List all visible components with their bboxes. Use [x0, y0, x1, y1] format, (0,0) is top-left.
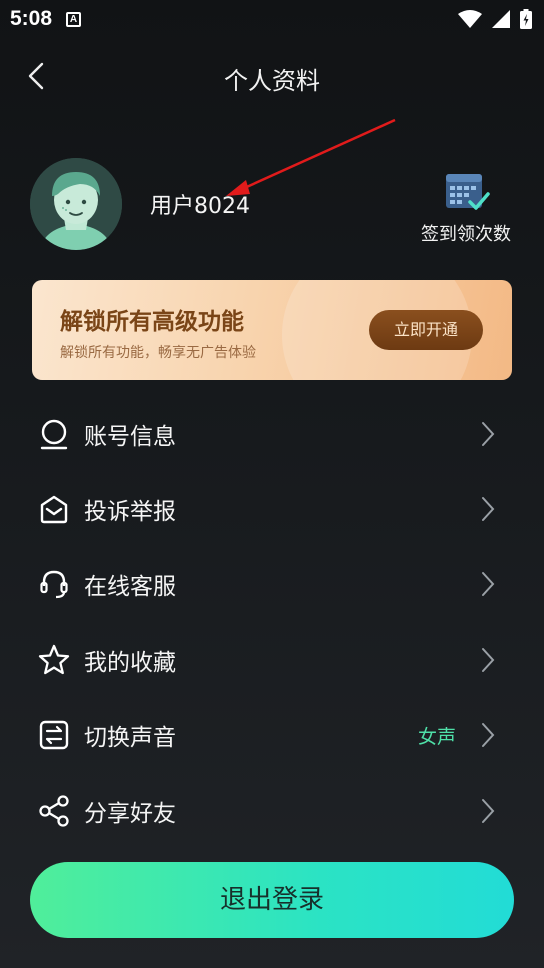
checkin-label: 签到领次数 [421, 224, 511, 245]
username: 用户8024 [150, 194, 250, 219]
avatar[interactable] [30, 158, 122, 250]
chevron-right-icon [482, 798, 495, 823]
settings-menu: 账号信息 投诉举报 在线客服 我的收藏 切换声音 女声 分享好友 [0, 396, 544, 848]
star-icon [36, 642, 72, 678]
chevron-right-icon [482, 421, 495, 446]
headset-icon [36, 566, 72, 602]
menu-item-complaint[interactable]: 投诉举报 [0, 471, 544, 546]
voice-value: 女声 [417, 725, 456, 748]
logout-button[interactable]: 退出登录 [30, 862, 514, 938]
notification-icon: A [66, 11, 82, 27]
menu-item-account-info[interactable]: 账号信息 [0, 396, 544, 471]
status-indicators [458, 9, 532, 29]
chevron-right-icon [482, 572, 495, 597]
page-title: 个人资料 [224, 67, 320, 95]
wifi-icon [458, 10, 482, 28]
chevron-right-icon [482, 723, 495, 748]
header: 个人资料 [0, 52, 544, 100]
menu-item-favorites[interactable]: 我的收藏 [0, 622, 544, 697]
chevron-right-icon [482, 497, 495, 522]
menu-item-share-friends[interactable]: 分享好友 [0, 773, 544, 848]
vip-title: 解锁所有高级功能 [60, 309, 244, 335]
chevron-right-icon [482, 647, 495, 672]
avatar-illustration [30, 158, 122, 250]
envelope-icon [36, 491, 72, 527]
menu-label: 分享好友 [84, 800, 176, 827]
menu-label: 我的收藏 [84, 649, 176, 676]
battery-icon [520, 9, 532, 29]
menu-item-switch-voice[interactable]: 切换声音 女声 [0, 698, 544, 773]
status-bar: 5:08 A [0, 0, 544, 38]
vip-subtitle: 解锁所有功能，畅享无广告体验 [60, 345, 256, 361]
signal-icon [492, 10, 510, 28]
activate-vip-button[interactable]: 立即开通 [369, 310, 483, 350]
menu-label: 切换声音 [84, 725, 176, 752]
menu-item-online-service[interactable]: 在线客服 [0, 547, 544, 622]
switch-icon [36, 717, 72, 753]
vip-banner[interactable]: 解锁所有高级功能 解锁所有功能，畅享无广告体验 立即开通 [32, 280, 512, 380]
share-icon [36, 793, 72, 829]
calendar-check-icon [446, 174, 490, 210]
menu-label: 账号信息 [84, 423, 176, 450]
menu-label: 投诉举报 [84, 499, 176, 526]
menu-label: 在线客服 [84, 574, 176, 601]
status-time: 5:08 [10, 7, 53, 30]
user-icon [36, 416, 72, 452]
checkin-button[interactable]: 签到领次数 [414, 172, 518, 246]
